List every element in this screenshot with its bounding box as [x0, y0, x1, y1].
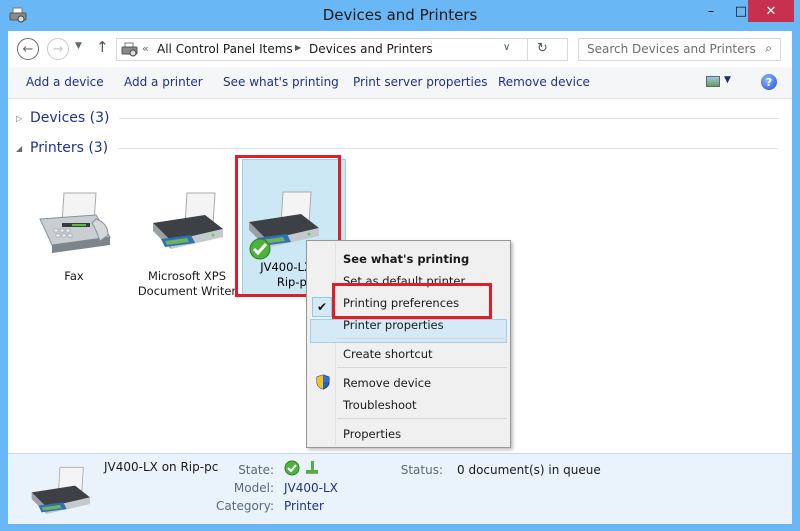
menu-separator	[337, 338, 507, 339]
remove-device-button[interactable]: Remove device	[498, 75, 590, 89]
context-menu: ✔ See what's printing Set as default pri…	[306, 240, 511, 448]
forward-button[interactable]: →	[47, 38, 69, 60]
devices-and-printers-window: Devices and Printers – □ ✕ ← → ▼ ↑ « All…	[0, 0, 800, 531]
group-printers-label[interactable]: Printers (3)	[30, 140, 108, 156]
menu-item-remove-device[interactable]: Remove device	[343, 376, 431, 390]
collapse-arrow-icon[interactable]: ◢	[16, 144, 28, 153]
minimize-button[interactable]: –	[697, 0, 725, 22]
printer-label-line1: Fax	[64, 269, 84, 283]
menu-item-troubleshoot[interactable]: Troubleshoot	[343, 398, 417, 412]
category-label: Category:	[216, 499, 274, 513]
address-dropdown-icon[interactable]: ∨	[503, 42, 510, 53]
menu-separator	[337, 367, 507, 368]
group-divider	[118, 147, 779, 149]
model-label: Model:	[233, 481, 274, 495]
uac-shield-icon	[316, 374, 330, 390]
selected-printer-icon	[31, 466, 91, 514]
printer-icon	[153, 192, 223, 249]
window-title: Devices and Printers	[322, 6, 478, 24]
search-input[interactable]: Search Devices and Printers ⌕	[578, 38, 781, 61]
control-panel-printer-icon	[121, 42, 138, 57]
group-devices-label[interactable]: Devices (3)	[30, 110, 109, 126]
category-value: Printer	[284, 499, 324, 513]
search-placeholder: Search Devices and Printers	[587, 42, 756, 56]
state-ready-check-icon	[284, 460, 300, 476]
group-printers[interactable]: ◢ Printers (3)	[16, 138, 779, 158]
breadcrumb-separator-icon[interactable]: ▶	[295, 43, 301, 52]
explorer-content: ← → ▼ ↑ « All Control Panel Items ▶ Devi…	[8, 31, 792, 524]
title-bar[interactable]: Devices and Printers – □ ✕	[0, 0, 800, 32]
up-button[interactable]: ↑	[96, 38, 109, 56]
address-divider	[527, 39, 528, 60]
model-value: JV400-LX	[284, 481, 338, 495]
printer-item-microsoft-xps[interactable]: Microsoft XPS Document Writer	[132, 189, 242, 299]
details-pane: JV400-LX on Rip-pc State: Model: JV400-L…	[8, 453, 792, 524]
menu-gutter	[335, 243, 336, 445]
printer-label-line2: Document Writer	[137, 284, 237, 298]
printer-item-fax[interactable]: Fax	[16, 189, 132, 284]
view-options-dropdown[interactable]: ▼	[724, 75, 731, 85]
address-bar[interactable]: « All Control Panel Items ▶ Devices and …	[116, 38, 568, 61]
group-devices[interactable]: ▷ Devices (3)	[16, 108, 780, 128]
navigation-bar: ← → ▼ ↑ « All Control Panel Items ▶ Devi…	[8, 31, 792, 67]
menu-item-printer-properties[interactable]: Printer properties	[343, 318, 444, 332]
menu-separator	[337, 418, 507, 419]
status-label: Status:	[400, 463, 443, 477]
add-device-button[interactable]: Add a device	[26, 75, 104, 89]
menu-item-create-shortcut[interactable]: Create shortcut	[343, 347, 433, 361]
help-icon[interactable]: ?	[761, 74, 777, 90]
change-view-icon[interactable]	[706, 76, 720, 87]
breadcrumb-devices-and-printers[interactable]: Devices and Printers	[309, 42, 433, 56]
network-shared-icon	[306, 461, 318, 474]
see-whats-printing-button[interactable]: See what's printing	[223, 75, 339, 89]
back-button[interactable]: ←	[17, 38, 39, 60]
refresh-button[interactable]: ↻	[537, 41, 548, 56]
address-overflow-chevron[interactable]: «	[142, 42, 149, 55]
group-divider	[119, 117, 780, 119]
status-value: 0 document(s) in queue	[457, 463, 601, 477]
print-server-properties-button[interactable]: Print server properties	[353, 75, 487, 89]
menu-item-properties[interactable]: Properties	[343, 427, 401, 441]
close-button[interactable]: ✕	[748, 0, 794, 22]
add-printer-button[interactable]: Add a printer	[124, 75, 203, 89]
state-label: State:	[238, 463, 274, 477]
breadcrumb-all-control-panel-items[interactable]: All Control Panel Items	[157, 42, 293, 56]
fax-icon	[39, 192, 111, 253]
recent-locations-dropdown[interactable]: ▼	[75, 41, 82, 51]
menu-item-see-whats-printing[interactable]: See what's printing	[343, 252, 469, 266]
printer-label-line1: Microsoft XPS	[147, 269, 227, 283]
search-icon[interactable]: ⌕	[765, 41, 772, 56]
checkmark-icon: ✔	[312, 297, 332, 317]
expand-arrow-icon[interactable]: ▷	[16, 114, 28, 123]
command-bar: Add a device Add a printer See what's pr…	[8, 67, 792, 99]
annotation-highlight-printing-preferences	[332, 283, 492, 319]
